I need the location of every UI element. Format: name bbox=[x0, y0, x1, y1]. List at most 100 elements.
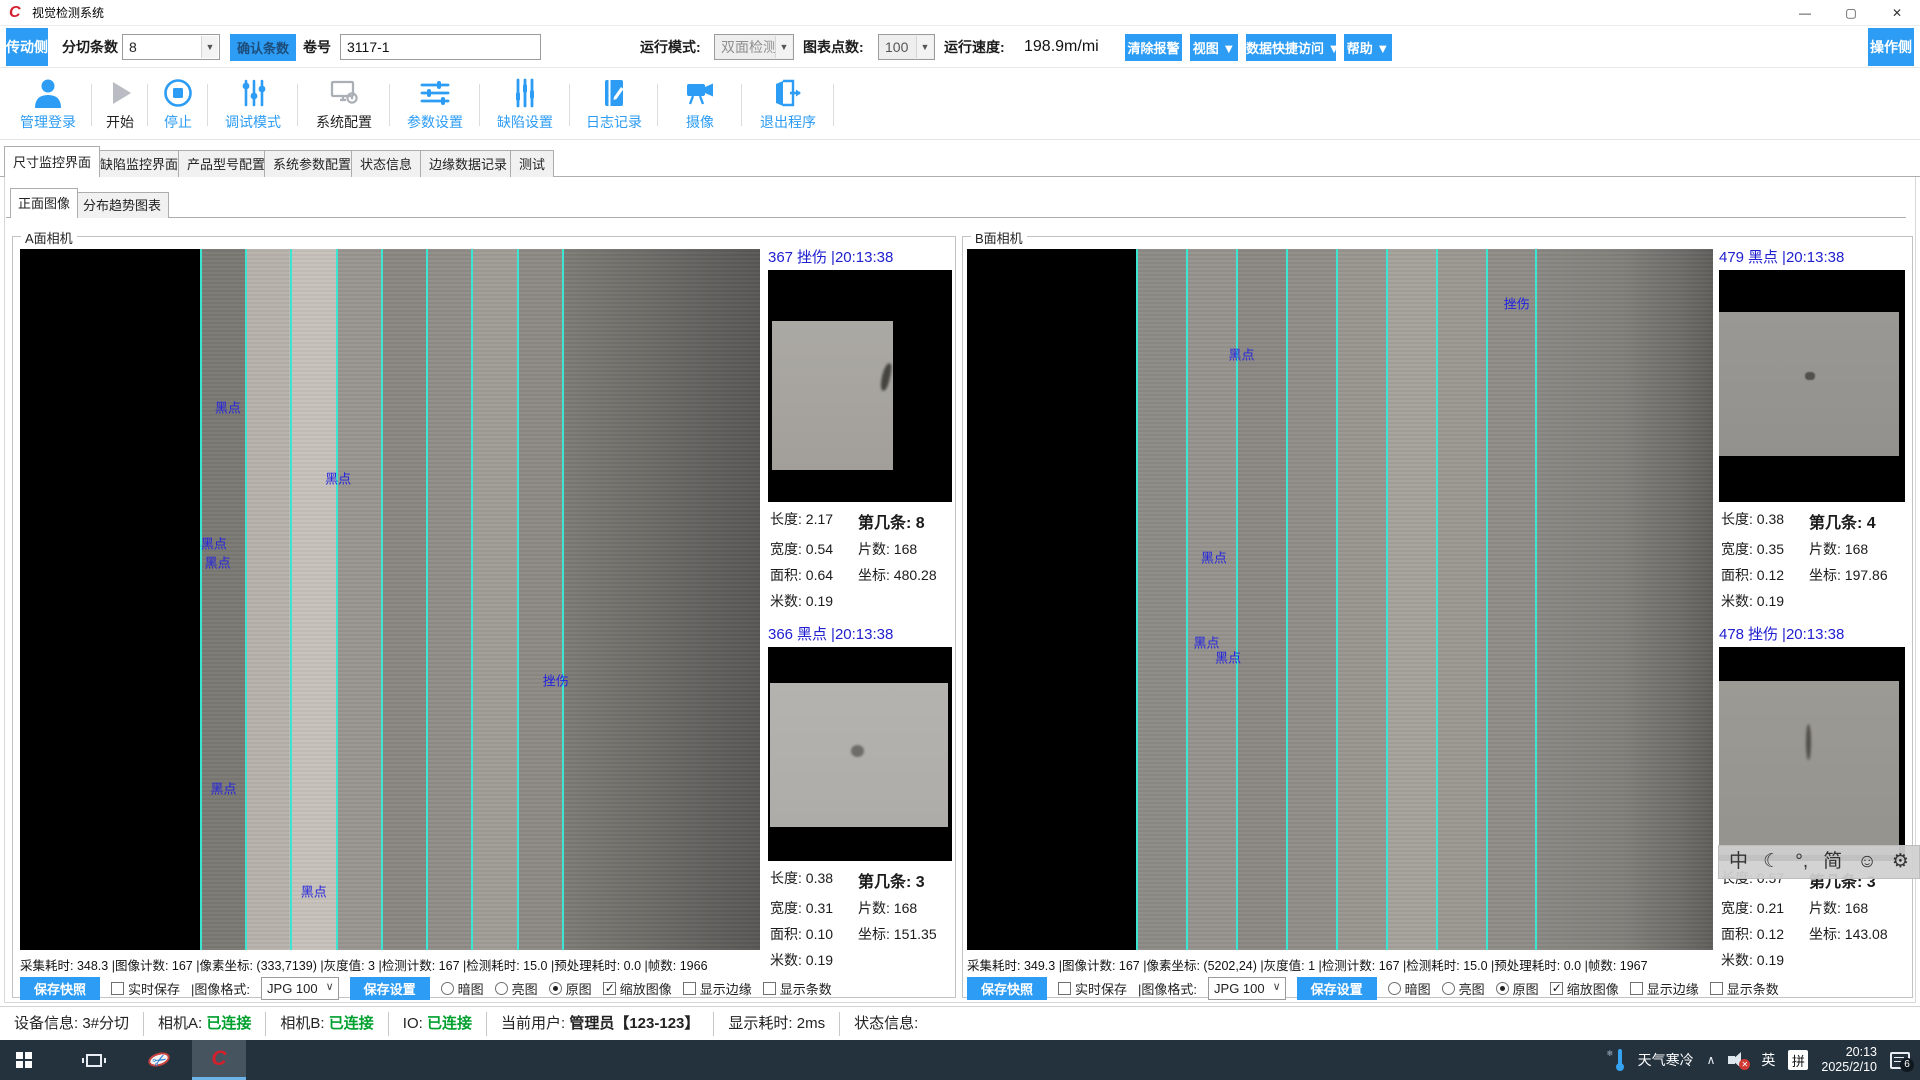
tray-expand-chevron[interactable]: ∧ bbox=[1707, 1053, 1716, 1067]
checkbox-checked-icon bbox=[603, 982, 616, 995]
data-quick-access-button[interactable]: 数据快捷访问 ▼ bbox=[1246, 34, 1336, 61]
clock[interactable]: 20:132025/2/10 bbox=[1821, 1045, 1877, 1075]
chevron-down-icon: ▼ bbox=[775, 36, 792, 58]
log-record-button[interactable]: 日志记录 bbox=[570, 68, 658, 140]
original-image-radio[interactable]: 原图 bbox=[549, 979, 592, 998]
help-menu-button[interactable]: 帮助 ▼ bbox=[1344, 34, 1392, 61]
tab-status-info[interactable]: 状态信息 bbox=[351, 150, 421, 177]
defect-card[interactable]: 479黑点|20:13:38 长度: 0.38 第几条: 4 宽度: 0.35 … bbox=[1719, 248, 1905, 611]
volume-muted-icon[interactable]: ✕ bbox=[1728, 1051, 1748, 1069]
defect-header: 478挫伤|20:13:38 bbox=[1719, 625, 1905, 647]
defect-sliders-icon bbox=[508, 76, 542, 110]
original-image-radio[interactable]: 原图 bbox=[1496, 979, 1539, 998]
view-menu-button[interactable]: 视图 ▼ bbox=[1190, 34, 1238, 61]
defect-settings-button[interactable]: 缺陷设置 bbox=[480, 68, 570, 140]
dark-image-radio[interactable]: 暗图 bbox=[441, 979, 484, 998]
defect-card[interactable]: 366黑点|20:13:38 长度: 0.38 第几条: 3 宽度: 0.31 … bbox=[768, 625, 952, 970]
realtime-save-checkbox[interactable]: 实时保存 bbox=[111, 979, 180, 998]
tab-size-monitor[interactable]: 尺寸监控界面 bbox=[4, 146, 100, 177]
defect-card[interactable]: 478挫伤|20:13:38 长度: 0.57 第几条: 3 宽度: 0.21 … bbox=[1719, 625, 1905, 970]
realtime-save-checkbox[interactable]: 实时保存 bbox=[1058, 979, 1127, 998]
system-config-button[interactable]: 系统配置 bbox=[298, 68, 390, 140]
show-strips-checkbox[interactable]: 显示条数 bbox=[1710, 979, 1779, 998]
stop-button[interactable]: 停止 bbox=[148, 68, 208, 140]
ime-fullwidth-icon[interactable]: ☾ bbox=[1763, 845, 1780, 879]
save-settings-button[interactable]: 保存设置 bbox=[1297, 977, 1377, 1000]
dark-image-radio[interactable]: 暗图 bbox=[1388, 979, 1431, 998]
ime-settings-gear-icon[interactable]: ⚙ bbox=[1892, 845, 1909, 879]
image-format-select[interactable]: JPG 100∨ bbox=[1208, 977, 1286, 1000]
chart-points-select[interactable]: 100 ▼ bbox=[878, 34, 935, 60]
camera-image-a[interactable]: 黑点 黑点 黑点 黑点 挫伤 黑点 黑点 bbox=[20, 249, 760, 950]
task-view-button[interactable] bbox=[70, 1040, 118, 1080]
ime-chinese-mode[interactable]: 中 bbox=[1729, 845, 1748, 879]
confirm-strips-button[interactable]: 确认条数 bbox=[230, 34, 296, 61]
defect-thumbnail bbox=[1719, 270, 1905, 502]
subtab-front-image[interactable]: 正面图像 bbox=[10, 188, 78, 218]
ime-pinyin-badge[interactable]: 拼 bbox=[1788, 1050, 1808, 1070]
task-view-icon bbox=[86, 1054, 102, 1067]
defect-card[interactable]: 367挫伤|20:13:38 长度: 2.17 第几条: 8 宽度: 0.54 … bbox=[768, 248, 952, 611]
defect-sidebar-a: 367挫伤|20:13:38 长度: 2.17 第几条: 8 宽度: 0.54 … bbox=[768, 248, 952, 988]
start-button[interactable] bbox=[0, 1040, 48, 1080]
save-settings-button[interactable]: 保存设置 bbox=[350, 977, 430, 1000]
ime-punctuation-icon[interactable]: °, bbox=[1795, 845, 1808, 879]
roll-label: 卷号 bbox=[303, 26, 331, 68]
snipping-tool-button[interactable]: ✂ bbox=[136, 1040, 184, 1080]
defect-marker: 黑点 bbox=[215, 398, 241, 417]
camera-image-b[interactable]: 挫伤 黑点 黑点 黑点 黑点 bbox=[967, 249, 1713, 950]
weather-text[interactable]: 天气寒冷 bbox=[1638, 1050, 1694, 1070]
app-logo-icon: C bbox=[9, 4, 21, 22]
checkbox-icon bbox=[111, 982, 124, 995]
show-edges-checkbox[interactable]: 显示边缘 bbox=[683, 979, 752, 998]
image-format-select[interactable]: JPG 100∨ bbox=[261, 977, 339, 1000]
exit-program-button[interactable]: 退出程序 bbox=[742, 68, 834, 140]
roll-number-input[interactable] bbox=[340, 34, 541, 60]
chevron-down-icon: ▼ bbox=[916, 36, 933, 58]
windows-taskbar: ✂ C ❄ 天气寒冷 ∧ ✕ 英 拼 20:132025/2/10 6 bbox=[0, 1040, 1920, 1080]
clear-alarm-button[interactable]: 清除报警 bbox=[1125, 34, 1182, 61]
zoom-image-checkbox[interactable]: 缩放图像 bbox=[603, 979, 672, 998]
ime-emoji-icon[interactable]: ☺ bbox=[1857, 845, 1876, 879]
param-settings-button[interactable]: 参数设置 bbox=[390, 68, 480, 140]
maximize-button[interactable]: ▢ bbox=[1828, 0, 1874, 26]
capture-button[interactable]: 摄像 bbox=[658, 68, 742, 140]
thermometer-icon[interactable]: ❄ bbox=[1615, 1049, 1625, 1071]
main-toolbar: 传动侧 分切条数 8 ▼ 确认条数 卷号 运行模式: 双面检测 ▼ 图表点数: … bbox=[0, 26, 1920, 68]
admin-login-button[interactable]: 管理登录 bbox=[4, 68, 92, 140]
run-mode-value: 双面检测 bbox=[721, 37, 777, 57]
strip-count-label: 分切条数 bbox=[62, 26, 118, 68]
tab-system-param-config[interactable]: 系统参数配置 bbox=[264, 150, 360, 177]
debug-mode-button[interactable]: 调试模式 bbox=[208, 68, 298, 140]
app-taskbar-button[interactable]: C bbox=[192, 1040, 246, 1080]
defect-header: 367挫伤|20:13:38 bbox=[768, 248, 952, 270]
run-mode-select[interactable]: 双面检测 ▼ bbox=[714, 34, 794, 60]
zoom-image-checkbox[interactable]: 缩放图像 bbox=[1550, 979, 1619, 998]
strip-boundary-line bbox=[1136, 249, 1138, 950]
show-edges-checkbox[interactable]: 显示边缘 bbox=[1630, 979, 1699, 998]
tab-defect-monitor[interactable]: 缺陷监控界面 bbox=[91, 150, 187, 177]
param-sliders-icon bbox=[418, 76, 452, 110]
defect-stats: 长度: 0.38 第几条: 3 宽度: 0.31 片数: 168 面积: 0.1… bbox=[768, 861, 952, 970]
tab-product-model-config[interactable]: 产品型号配置 bbox=[178, 150, 274, 177]
save-snapshot-button[interactable]: 保存快照 bbox=[20, 977, 100, 1000]
strip-boundary-line bbox=[562, 249, 564, 950]
tab-edge-data-record[interactable]: 边缘数据记录 bbox=[420, 150, 516, 177]
input-language-indicator[interactable]: 英 bbox=[1761, 1050, 1775, 1070]
bright-image-radio[interactable]: 亮图 bbox=[495, 979, 538, 998]
show-strips-checkbox[interactable]: 显示条数 bbox=[763, 979, 832, 998]
tab-test[interactable]: 测试 bbox=[510, 150, 554, 177]
strip-count-select[interactable]: 8 ▼ bbox=[122, 34, 220, 60]
radio-selected-icon bbox=[549, 982, 562, 995]
bright-image-radio[interactable]: 亮图 bbox=[1442, 979, 1485, 998]
save-snapshot-button[interactable]: 保存快照 bbox=[967, 977, 1047, 1000]
ime-simplified-mode[interactable]: 简 bbox=[1823, 845, 1842, 879]
operation-side-tag[interactable]: 操作侧 bbox=[1868, 28, 1914, 66]
strip-count-value: 8 bbox=[129, 39, 137, 55]
start-button[interactable]: 开始 bbox=[92, 68, 148, 140]
minimize-button[interactable]: — bbox=[1782, 0, 1828, 26]
notification-center-icon[interactable]: 6 bbox=[1890, 1052, 1910, 1069]
transmission-side-tag[interactable]: 传动侧 bbox=[6, 28, 48, 66]
close-button[interactable]: ✕ bbox=[1874, 0, 1920, 26]
subtab-distribution-trend[interactable]: 分布趋势图表 bbox=[75, 192, 169, 218]
